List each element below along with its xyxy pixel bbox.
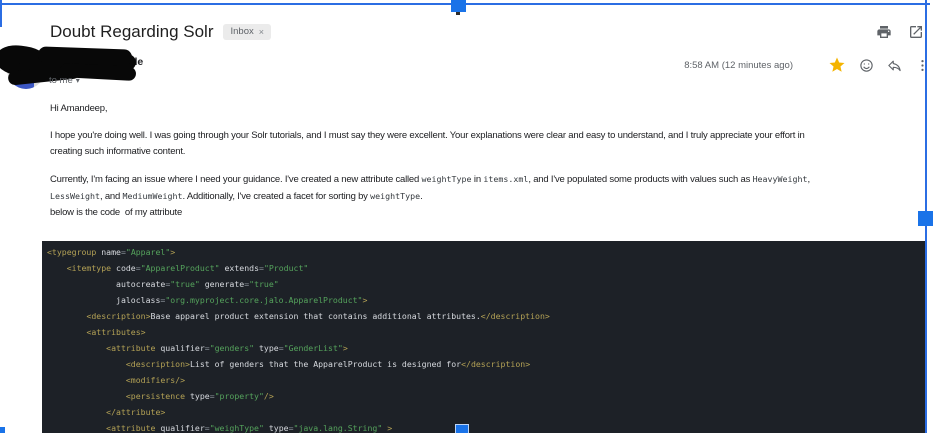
- inline-code: weightType: [421, 174, 472, 184]
- code-line: <attribute qualifier="genders" type="Gen…: [106, 343, 348, 353]
- code-line: jaloclass="org.myproject.core.jalo.Appar…: [47, 295, 368, 305]
- code-block: <typegroup name="Apparel"> <itemtype cod…: [42, 241, 926, 433]
- more-options-button[interactable]: [915, 58, 930, 73]
- code-line: <attribute qualifier="weighType" type="j…: [106, 423, 393, 433]
- gmail-email-view: Doubt Regarding Solr Inbox × de to me ▾ …: [0, 0, 934, 433]
- selection-bottom-left-handle[interactable]: [0, 427, 5, 433]
- star-button[interactable]: [828, 56, 846, 74]
- selection-bottom-handle[interactable]: [455, 424, 469, 433]
- star-icon: [828, 56, 846, 74]
- print-icon: [876, 24, 892, 40]
- chevron-down-icon: ▾: [75, 76, 80, 85]
- message-meta: 8:58 AM (12 minutes ago): [684, 56, 930, 74]
- selection-top-line: [2, 3, 930, 5]
- code-line: <attributes>: [86, 327, 146, 337]
- reply-button[interactable]: [887, 58, 902, 73]
- inline-code: LessWeight: [50, 191, 100, 201]
- sender-avatar[interactable]: [7, 51, 45, 89]
- remove-label-icon[interactable]: ×: [259, 27, 264, 37]
- selection-top-notch: [456, 12, 460, 15]
- inline-code: items.xml: [483, 174, 529, 184]
- avatar-image: [10, 56, 35, 79]
- open-in-new-icon: [908, 24, 924, 40]
- email-subject: Doubt Regarding Solr: [50, 22, 214, 41]
- inline-code: MediumWeight: [122, 191, 183, 201]
- avatar-image-shirt: [12, 77, 34, 89]
- sender-name-visible-suffix: de: [131, 56, 144, 68]
- inbox-label-text: Inbox: [230, 26, 254, 38]
- selection-left-line: [0, 0, 2, 27]
- emoji-reaction-button[interactable]: [859, 58, 874, 73]
- code-line: <persistence type="property"/>: [125, 391, 274, 401]
- body-line: creating such informative content.: [50, 146, 186, 157]
- inbox-label-chip[interactable]: Inbox ×: [223, 24, 271, 40]
- emoji-smiley-icon: [859, 58, 874, 73]
- code-line: <typegroup name="Apparel">: [47, 247, 176, 257]
- subject-row: Doubt Regarding Solr Inbox ×: [50, 22, 271, 42]
- body-paragraph: I hope you're doing well. I was going th…: [50, 128, 932, 160]
- code-line: <modifiers/>: [125, 375, 186, 385]
- recipient-dropdown[interactable]: to me ▾: [49, 75, 80, 86]
- timestamp: 8:58 AM (12 minutes ago): [684, 59, 793, 71]
- code-line: <description>List of genders that the Ap…: [125, 359, 531, 369]
- body-line: Currently, I'm facing an issue where I n…: [50, 174, 810, 185]
- body-paragraph: Hi Amandeep,: [50, 101, 932, 117]
- body-line: Hi Amandeep,: [50, 103, 108, 114]
- selection-right-handle[interactable]: [918, 211, 933, 226]
- reply-icon: [887, 58, 902, 73]
- open-in-new-button[interactable]: [908, 24, 924, 40]
- body-line: LessWeight, and MediumWeight. Additional…: [50, 191, 423, 202]
- more-vert-icon: [915, 58, 930, 73]
- code-line: autocreate="true" generate="true": [47, 279, 279, 289]
- inline-code: weightType: [370, 191, 421, 201]
- code-line: </attribute>: [106, 407, 166, 417]
- print-button[interactable]: [876, 24, 892, 40]
- code-line: <description>Base apparel product extens…: [86, 311, 550, 321]
- to-me-label: to me: [49, 75, 73, 86]
- body-paragraph: Currently, I'm facing an issue where I n…: [50, 171, 932, 221]
- selection-top-handle[interactable]: [451, 0, 466, 12]
- code-line: <itemtype code="ApparelProduct" extends=…: [66, 263, 309, 273]
- header-actions: [876, 24, 924, 40]
- email-body: Hi Amandeep, I hope you're doing well. I …: [50, 101, 932, 232]
- body-line: below is the code of my attribute: [50, 207, 183, 218]
- body-line: I hope you're doing well. I was going th…: [50, 130, 805, 141]
- inline-code: HeavyWeight: [752, 174, 808, 184]
